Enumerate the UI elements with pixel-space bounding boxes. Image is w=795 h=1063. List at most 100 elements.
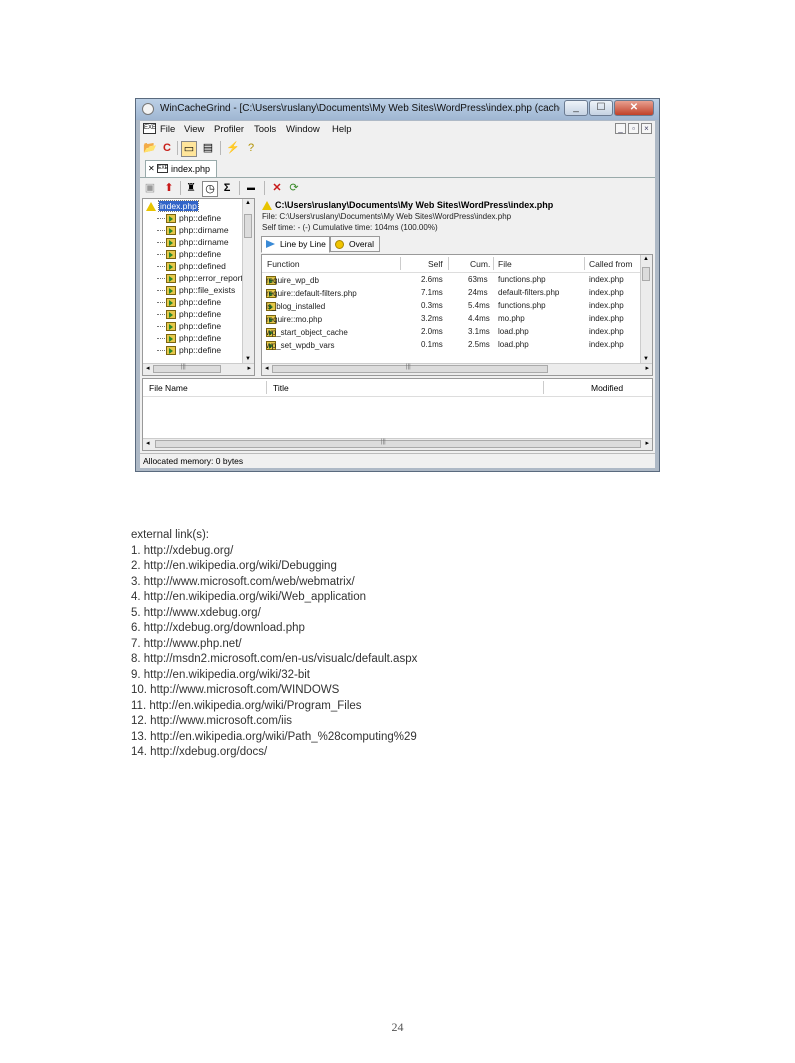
document-tab-strip: ✕ EXE index.php <box>140 159 655 178</box>
binoculars-icon[interactable]: ♜ <box>184 181 198 195</box>
warning-icon <box>262 201 272 211</box>
menu-window[interactable]: Window <box>286 124 320 135</box>
table-row[interactable]: require_wp_db 2.6ms 63ms functions.php i… <box>262 274 652 287</box>
col-self[interactable]: Self <box>428 259 443 269</box>
col-function[interactable]: Function <box>267 259 300 269</box>
menu-bar: EXE File View Profiler Tools Window Help… <box>140 121 655 138</box>
scroll-left-icon[interactable]: ◂ <box>146 439 150 447</box>
tree-item[interactable]: php::defined <box>157 261 226 273</box>
maximize-button[interactable]: ☐ <box>589 100 613 116</box>
link-item[interactable]: 8. http://msdn2.microsoft.com/en-us/visu… <box>131 652 417 668</box>
detail-file: File: C:\Users\ruslany\Documents\My Web … <box>262 212 512 221</box>
table-row[interactable]: require::mo.php 3.2ms 4.4ms mo.php index… <box>262 313 652 326</box>
tree-horizontal-scrollbar[interactable]: ◂ ||| ▸ <box>143 363 254 375</box>
link-item[interactable]: 3. http://www.microsoft.com/web/webmatri… <box>131 575 417 591</box>
close-tab-icon[interactable]: ✕ <box>148 164 155 173</box>
mdi-minimize-icon[interactable]: _ <box>615 123 626 134</box>
folder-view-icon[interactable]: ▭ <box>181 141 197 157</box>
close-button[interactable]: ✕ <box>614 100 654 116</box>
tab-overal[interactable]: Overal <box>330 236 380 252</box>
scroll-up-icon[interactable]: ▲ <box>643 256 649 262</box>
overall-icon <box>335 240 344 249</box>
call-tree[interactable]: index.php php::define php::dirname php::… <box>142 198 255 376</box>
tree-root[interactable]: index.php <box>146 200 199 212</box>
table-row[interactable]: require::default-filters.php 7.1ms 24ms … <box>262 287 652 300</box>
col-cum[interactable]: Cum. <box>470 259 490 269</box>
tree-item[interactable]: php::file_exists <box>157 285 235 297</box>
tree-item[interactable]: php::define <box>157 249 221 261</box>
link-item[interactable]: 10. http://www.microsoft.com/WINDOWS <box>131 683 417 699</box>
col-modified[interactable]: Modified <box>591 383 623 393</box>
tree-item[interactable]: php::define <box>157 333 221 345</box>
scroll-up-icon[interactable]: ▲ <box>245 200 251 206</box>
table-row[interactable]: is_blog_installed 0.3ms 5.4ms functions.… <box>262 300 652 313</box>
link-item[interactable]: 13. http://en.wikipedia.org/wiki/Path_%2… <box>131 730 417 746</box>
tree-root-label: index.php <box>158 200 199 212</box>
menu-view[interactable]: View <box>184 124 204 135</box>
menu-help[interactable]: Help <box>332 124 352 135</box>
profiler-c-icon[interactable]: C <box>160 141 174 155</box>
properties-icon[interactable]: ▤ <box>201 141 215 155</box>
tab-line-by-line[interactable]: Line by Line <box>261 236 330 253</box>
title-bar: WinCacheGrind - [C:\Users\ruslany\Docume… <box>136 99 659 120</box>
link-item[interactable]: 2. http://en.wikipedia.org/wiki/Debuggin… <box>131 559 417 575</box>
scroll-right-icon[interactable]: ▸ <box>645 439 649 447</box>
tree-item[interactable]: php::dirname <box>157 225 229 237</box>
link-item[interactable]: 12. http://www.microsoft.com/iis <box>131 714 417 730</box>
table-row[interactable]: wp_start_object_cache 2.0ms 3.1ms load.p… <box>262 326 652 339</box>
function-icon <box>166 226 176 236</box>
profile-toolbar: ▣ ⬆ ♜ ◷ Σ ▬ ✕ ⟳ <box>140 178 655 197</box>
tab-index-php[interactable]: ✕ EXE index.php <box>145 160 217 177</box>
table-row[interactable]: wp_set_wpdb_vars 0.1ms 2.5ms load.php in… <box>262 339 652 352</box>
col-title[interactable]: Title <box>273 383 289 393</box>
menu-tools[interactable]: Tools <box>254 124 276 135</box>
help-icon[interactable]: ? <box>244 141 258 155</box>
table-horizontal-scrollbar[interactable]: ◂ ||| ▸ <box>262 363 652 375</box>
table-vertical-scrollbar[interactable]: ▲ ▼ <box>640 255 652 364</box>
open-folder-icon[interactable]: 📂 <box>143 141 157 155</box>
scroll-right-icon[interactable]: ▸ <box>247 364 251 372</box>
tree-item[interactable]: php::dirname <box>157 237 229 249</box>
col-file[interactable]: File <box>498 259 512 269</box>
up-arrow-icon[interactable]: ⬆ <box>162 181 176 195</box>
link-item[interactable]: 7. http://www.php.net/ <box>131 637 417 653</box>
mdi-doc-icon[interactable]: EXE <box>143 123 156 134</box>
sum-icon[interactable]: Σ <box>220 181 234 195</box>
refresh-icon[interactable]: ⟳ <box>287 181 301 195</box>
external-links: external link(s): 1. http://xdebug.org/ … <box>131 528 417 761</box>
tree-item[interactable]: php::define <box>157 213 221 225</box>
file-list-horizontal-scrollbar[interactable]: ◂ ||| ▸ <box>143 438 652 450</box>
menu-file[interactable]: File <box>160 124 175 135</box>
mdi-close-icon[interactable]: × <box>641 123 652 134</box>
col-called-from[interactable]: Called from <box>589 259 632 269</box>
lightning-icon[interactable]: ⚡ <box>226 141 240 155</box>
tree-item[interactable]: php::define <box>157 297 221 309</box>
camera-icon[interactable]: ▣ <box>143 181 157 195</box>
link-item[interactable]: 1. http://xdebug.org/ <box>131 544 417 560</box>
detail-path: C:\Users\ruslany\Documents\My Web Sites\… <box>262 200 553 211</box>
tree-item[interactable]: php::define <box>157 345 221 357</box>
link-item[interactable]: 6. http://xdebug.org/download.php <box>131 621 417 637</box>
scroll-down-icon[interactable]: ▼ <box>643 356 649 362</box>
clock-icon[interactable]: ◷ <box>202 181 218 197</box>
mdi-restore-icon[interactable]: ▫ <box>628 123 639 134</box>
keyboard-icon[interactable]: ▬ <box>244 181 258 195</box>
scroll-down-icon[interactable]: ▼ <box>245 356 251 362</box>
scroll-left-icon[interactable]: ◂ <box>265 364 269 372</box>
link-item[interactable]: 9. http://en.wikipedia.org/wiki/32-bit <box>131 668 417 684</box>
minimize-button[interactable]: _ <box>564 100 588 116</box>
link-item[interactable]: 11. http://en.wikipedia.org/wiki/Program… <box>131 699 417 715</box>
link-item[interactable]: 5. http://www.xdebug.org/ <box>131 606 417 622</box>
tree-item[interactable]: php::define <box>157 321 221 333</box>
scroll-right-icon[interactable]: ▸ <box>645 364 649 372</box>
tree-item[interactable]: php::define <box>157 309 221 321</box>
tree-vertical-scrollbar[interactable]: ▲ ▼ <box>242 199 254 375</box>
tree-item[interactable]: php::error_reporti <box>157 273 245 285</box>
col-file-name[interactable]: File Name <box>149 383 188 393</box>
menu-profiler[interactable]: Profiler <box>214 124 244 135</box>
link-item[interactable]: 14. http://xdebug.org/docs/ <box>131 745 417 761</box>
delete-icon[interactable]: ✕ <box>270 181 284 195</box>
window-title: WinCacheGrind - [C:\Users\ruslany\Docume… <box>160 103 560 114</box>
link-item[interactable]: 4. http://en.wikipedia.org/wiki/Web_appl… <box>131 590 417 606</box>
scroll-left-icon[interactable]: ◂ <box>146 364 150 372</box>
